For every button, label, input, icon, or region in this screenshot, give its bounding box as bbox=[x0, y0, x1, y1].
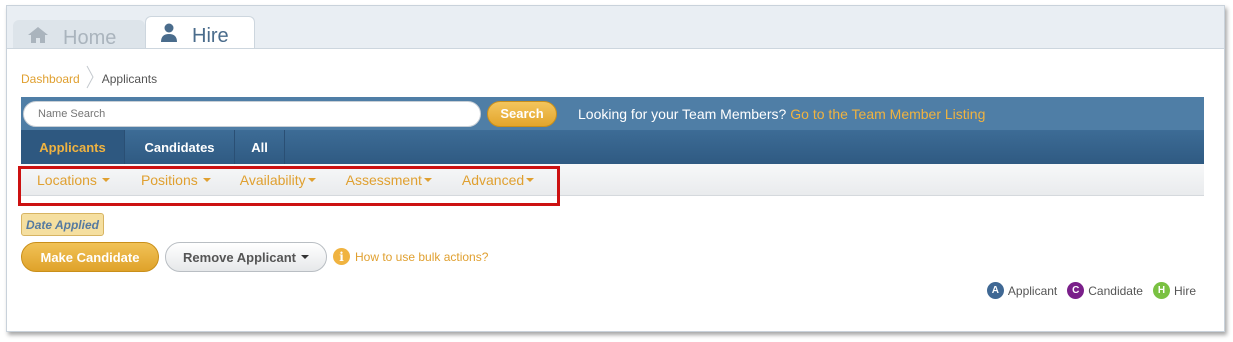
legend-hire: H Hire bbox=[1152, 282, 1196, 299]
caret-down-icon bbox=[526, 177, 535, 182]
bulk-actions-help[interactable]: i How to use bulk actions? bbox=[333, 248, 488, 265]
status-legend: A Applicant C Candidate H Hire bbox=[977, 282, 1196, 299]
search-button[interactable]: Search bbox=[487, 100, 557, 127]
filter-bar: Locations Positions Availability Assessm… bbox=[21, 164, 1204, 196]
applicant-badge-icon: A bbox=[986, 282, 1004, 299]
tab-all[interactable]: All bbox=[235, 130, 285, 164]
legend-hire-label: Hire bbox=[1173, 283, 1196, 298]
caret-down-icon bbox=[307, 177, 316, 182]
filter-availability[interactable]: Availability bbox=[240, 172, 316, 188]
filter-assessment-label: Assessment bbox=[345, 171, 422, 188]
breadcrumb-dashboard-link[interactable]: Dashboard bbox=[21, 72, 80, 86]
legend-applicant-label: Applicant bbox=[1007, 283, 1058, 298]
legend-applicant: A Applicant bbox=[986, 282, 1058, 299]
breadcrumb: Dashboard Applicants bbox=[21, 65, 157, 92]
make-candidate-button[interactable]: Make Candidate bbox=[21, 242, 159, 272]
tab-candidates[interactable]: Candidates bbox=[125, 130, 235, 164]
search-bar: Search Looking for your Team Members? Go… bbox=[21, 97, 1204, 130]
info-icon: i bbox=[333, 248, 350, 265]
filter-positions[interactable]: Positions bbox=[141, 172, 211, 188]
caret-down-icon bbox=[423, 177, 432, 182]
caret-down-icon bbox=[101, 177, 110, 182]
sort-badge-date-applied[interactable]: Date Applied bbox=[21, 213, 104, 236]
caret-down-icon bbox=[300, 255, 309, 259]
main-content: Dashboard Applicants Search Looking for … bbox=[7, 48, 1224, 331]
tab-applicants[interactable]: Applicants bbox=[21, 130, 125, 164]
team-member-listing-link[interactable]: Go to the Team Member Listing bbox=[790, 106, 985, 122]
filter-advanced-label: Advanced bbox=[461, 171, 525, 188]
hire-badge-icon: H bbox=[1152, 282, 1170, 299]
filter-advanced[interactable]: Advanced bbox=[461, 171, 535, 188]
legend-candidate: C Candidate bbox=[1067, 282, 1143, 299]
team-members-prompt: Looking for your Team Members? bbox=[578, 105, 787, 122]
filter-assessment[interactable]: Assessment bbox=[346, 172, 432, 188]
home-icon bbox=[27, 26, 63, 50]
filter-positions-label: Positions bbox=[140, 171, 198, 188]
tab-hire-label: Hire bbox=[192, 24, 229, 47]
bulk-actions-help-link[interactable]: How to use bulk actions? bbox=[355, 250, 488, 264]
breadcrumb-current: Applicants bbox=[101, 71, 158, 86]
remove-applicant-label: Remove Applicant bbox=[183, 249, 296, 265]
app-window: Home Hire Dashboard Applicants Search Lo… bbox=[6, 5, 1225, 332]
filter-locations-label: Locations bbox=[37, 171, 97, 188]
filter-availability-label: Availability bbox=[239, 171, 306, 188]
applicant-tabs: Applicants Candidates All bbox=[21, 130, 1204, 164]
filter-locations[interactable]: Locations bbox=[37, 172, 110, 188]
name-search-input[interactable] bbox=[23, 100, 481, 127]
candidate-badge-icon: C bbox=[1067, 282, 1085, 299]
remove-applicant-button[interactable]: Remove Applicant bbox=[165, 242, 327, 272]
chevron-right-icon bbox=[86, 65, 94, 92]
caret-down-icon bbox=[202, 177, 211, 182]
user-icon bbox=[160, 23, 192, 49]
tab-home-label: Home bbox=[63, 26, 117, 49]
legend-candidate-label: Candidate bbox=[1088, 283, 1143, 298]
